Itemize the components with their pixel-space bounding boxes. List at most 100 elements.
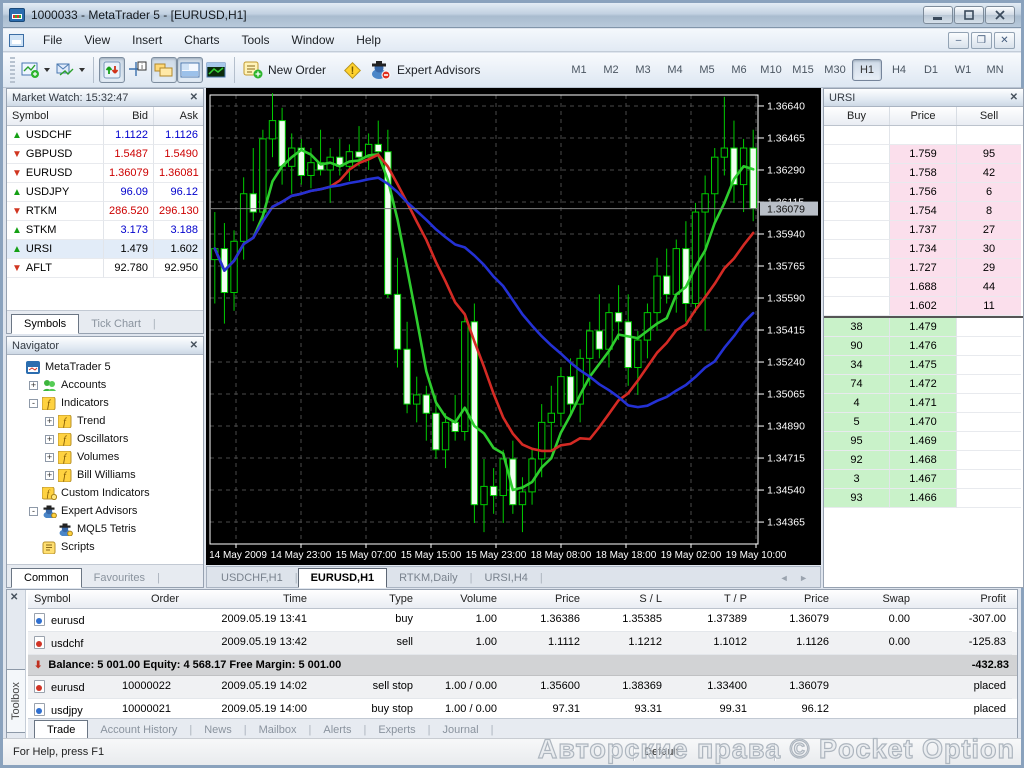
dom-sell-row[interactable]: 1.7548 bbox=[824, 202, 1023, 221]
market-watch-row[interactable]: ▼EURUSD1.360791.36081 bbox=[7, 164, 203, 183]
chart-area[interactable]: 1.366401.364651.362901.361151.359401.357… bbox=[206, 88, 821, 565]
expert-advisors-button[interactable]: Expert Advisors bbox=[367, 57, 491, 83]
expand-icon[interactable]: + bbox=[29, 381, 38, 390]
market-watch-row[interactable]: ▲USDJPY96.0996.12 bbox=[7, 183, 203, 202]
collapse-icon[interactable]: - bbox=[29, 507, 38, 516]
toolbox-order-row[interactable]: eurusd2009.05.19 13:41buy1.001.363861.35… bbox=[28, 609, 1017, 632]
toolbox-tab-journal[interactable]: Journal bbox=[431, 721, 491, 739]
dom-sell-row[interactable]: 1.60211 bbox=[824, 297, 1023, 316]
dom-buy-row[interactable]: 921.468 bbox=[824, 451, 1023, 470]
navigator-close-icon[interactable]: ✕ bbox=[190, 340, 198, 351]
menu-item-insert[interactable]: Insert bbox=[121, 30, 173, 50]
tab-favourites[interactable]: Favourites bbox=[82, 569, 157, 587]
timeframe-button-m5[interactable]: M5 bbox=[692, 59, 722, 81]
chart-tab-eurusd-h1[interactable]: EURUSD,H1 bbox=[298, 568, 388, 588]
collapse-icon[interactable]: - bbox=[29, 399, 38, 408]
market-watch-row[interactable]: ▼GBPUSD1.54871.5490 bbox=[7, 145, 203, 164]
toolbox-order-row[interactable]: eurusd100000222009.05.19 14:02sell stop1… bbox=[28, 676, 1017, 699]
toolbox-tab-account-history[interactable]: Account History bbox=[88, 721, 189, 739]
navigator-item-metatrader-5[interactable]: MetaTrader 5 bbox=[9, 358, 201, 376]
toolbox-balance-row[interactable]: ⬇Balance: 5 001.00 Equity: 4 568.17 Free… bbox=[28, 655, 1017, 676]
navigator-item-trend[interactable]: +fTrend bbox=[9, 412, 201, 430]
timeframe-button-m4[interactable]: M4 bbox=[660, 59, 690, 81]
market-watch-row[interactable]: ▲STKM3.1733.188 bbox=[7, 221, 203, 240]
minimize-button[interactable] bbox=[923, 6, 953, 24]
dom-buy-row[interactable]: 341.475 bbox=[824, 356, 1023, 375]
timeframe-button-h1[interactable]: H1 bbox=[852, 59, 882, 81]
timeframe-button-w1[interactable]: W1 bbox=[948, 59, 978, 81]
data-window-button[interactable]: i bbox=[125, 57, 151, 83]
dom-sell-row[interactable]: 1.68844 bbox=[824, 278, 1023, 297]
expand-icon[interactable]: + bbox=[45, 435, 54, 444]
chart-close-button[interactable]: ✕ bbox=[994, 32, 1015, 49]
close-button[interactable] bbox=[985, 6, 1015, 24]
toolbox-tab-trade[interactable]: Trade bbox=[34, 720, 88, 740]
dom-close-icon[interactable]: ✕ bbox=[1010, 92, 1018, 103]
dom-sell-row[interactable]: 1.73727 bbox=[824, 221, 1023, 240]
expand-icon[interactable]: + bbox=[45, 471, 54, 480]
menu-item-charts[interactable]: Charts bbox=[173, 30, 230, 50]
timeframe-button-m1[interactable]: M1 bbox=[564, 59, 594, 81]
dom-sell-row[interactable]: 1.75995 bbox=[824, 145, 1023, 164]
tab-symbols[interactable]: Symbols bbox=[11, 314, 79, 334]
navigator-item-oscillators[interactable]: +fOscillators bbox=[9, 430, 201, 448]
tab-tick-chart[interactable]: Tick Chart bbox=[79, 315, 153, 333]
new-chart-button[interactable] bbox=[18, 57, 53, 83]
chart-document-icon[interactable] bbox=[9, 34, 24, 47]
toolbox-tab-experts[interactable]: Experts bbox=[366, 721, 427, 739]
navigator-item-volumes[interactable]: +fVolumes bbox=[9, 448, 201, 466]
dom-sell-row[interactable]: 1.75842 bbox=[824, 164, 1023, 183]
chart-tab-ursi-h4[interactable]: URSI,H4 bbox=[473, 569, 540, 587]
timeframe-button-m15[interactable]: M15 bbox=[788, 59, 818, 81]
navigator-item-custom-indicators[interactable]: fCustom Indicators bbox=[9, 484, 201, 502]
toolbox-vertical-tab[interactable]: Toolbox bbox=[6, 669, 25, 733]
chart-minimize-button[interactable]: – bbox=[948, 32, 969, 49]
dom-buy-row[interactable]: 951.469 bbox=[824, 432, 1023, 451]
menu-item-file[interactable]: File bbox=[32, 30, 73, 50]
toolbox-tab-mailbox[interactable]: Mailbox bbox=[247, 721, 309, 739]
tab-common[interactable]: Common bbox=[11, 568, 82, 588]
chart-tab-usdchf-h1[interactable]: USDCHF,H1 bbox=[209, 569, 295, 587]
menu-item-window[interactable]: Window bbox=[281, 30, 346, 50]
market-watch-toggle-button[interactable] bbox=[99, 57, 125, 83]
timeframe-button-m30[interactable]: M30 bbox=[820, 59, 850, 81]
new-chart-dropdown-icon[interactable] bbox=[44, 68, 50, 72]
dom-sell-row[interactable]: 1.72729 bbox=[824, 259, 1023, 278]
toolbox-close-icon[interactable]: ✕ bbox=[10, 592, 18, 603]
menu-item-help[interactable]: Help bbox=[345, 30, 392, 50]
profiles-dropdown-icon[interactable] bbox=[79, 68, 85, 72]
navigator-item-bill-williams[interactable]: +fBill Williams bbox=[9, 466, 201, 484]
dom-sell-row[interactable]: 1.7566 bbox=[824, 183, 1023, 202]
timeframe-button-m2[interactable]: M2 bbox=[596, 59, 626, 81]
dom-buy-row[interactable]: 901.476 bbox=[824, 337, 1023, 356]
toolbox-tab-alerts[interactable]: Alerts bbox=[311, 721, 363, 739]
dom-empty-row[interactable] bbox=[824, 126, 1023, 145]
dom-buy-row[interactable]: 931.466 bbox=[824, 489, 1023, 508]
status-profile[interactable]: Default bbox=[634, 739, 774, 765]
navigator-item-expert-advisors[interactable]: -Expert Advisors bbox=[9, 502, 201, 520]
restore-button[interactable] bbox=[954, 6, 984, 24]
market-watch-close-icon[interactable]: ✕ bbox=[190, 92, 198, 103]
new-order-button[interactable]: New Order bbox=[240, 57, 337, 83]
navigator-item-accounts[interactable]: +Accounts bbox=[9, 376, 201, 394]
toolbox-order-row[interactable]: usdchf2009.05.19 13:42sell1.001.11121.12… bbox=[28, 632, 1017, 655]
chart-window-button[interactable] bbox=[203, 57, 229, 83]
chart-restore-button[interactable]: ❐ bbox=[971, 32, 992, 49]
toolbox-tab-news[interactable]: News bbox=[192, 721, 244, 739]
dom-buy-row[interactable]: 51.470 bbox=[824, 413, 1023, 432]
expand-icon[interactable]: + bbox=[45, 453, 54, 462]
dom-buy-row[interactable]: 381.479 bbox=[824, 318, 1023, 337]
navigator-item-mql5-tetris[interactable]: MQL5 Tetris bbox=[9, 520, 201, 538]
navigator-toggle-button[interactable] bbox=[151, 57, 177, 83]
market-watch-row[interactable]: ▲URSI1.4791.602 bbox=[7, 240, 203, 259]
timeframe-button-m3[interactable]: M3 bbox=[628, 59, 658, 81]
market-watch-row[interactable]: ▲USDCHF1.11221.1126 bbox=[7, 126, 203, 145]
chart-tab-rtkm-daily[interactable]: RTKM,Daily bbox=[387, 569, 469, 587]
menu-item-tools[interactable]: Tools bbox=[231, 30, 281, 50]
timeframe-button-h4[interactable]: H4 bbox=[884, 59, 914, 81]
new-order-label[interactable]: New Order bbox=[268, 63, 326, 77]
dom-sell-row[interactable]: 1.73430 bbox=[824, 240, 1023, 259]
expert-advisors-label[interactable]: Expert Advisors bbox=[397, 63, 480, 77]
toolbox-toggle-button[interactable] bbox=[177, 57, 203, 83]
market-watch-row[interactable]: ▼AFLT92.78092.950 bbox=[7, 259, 203, 278]
